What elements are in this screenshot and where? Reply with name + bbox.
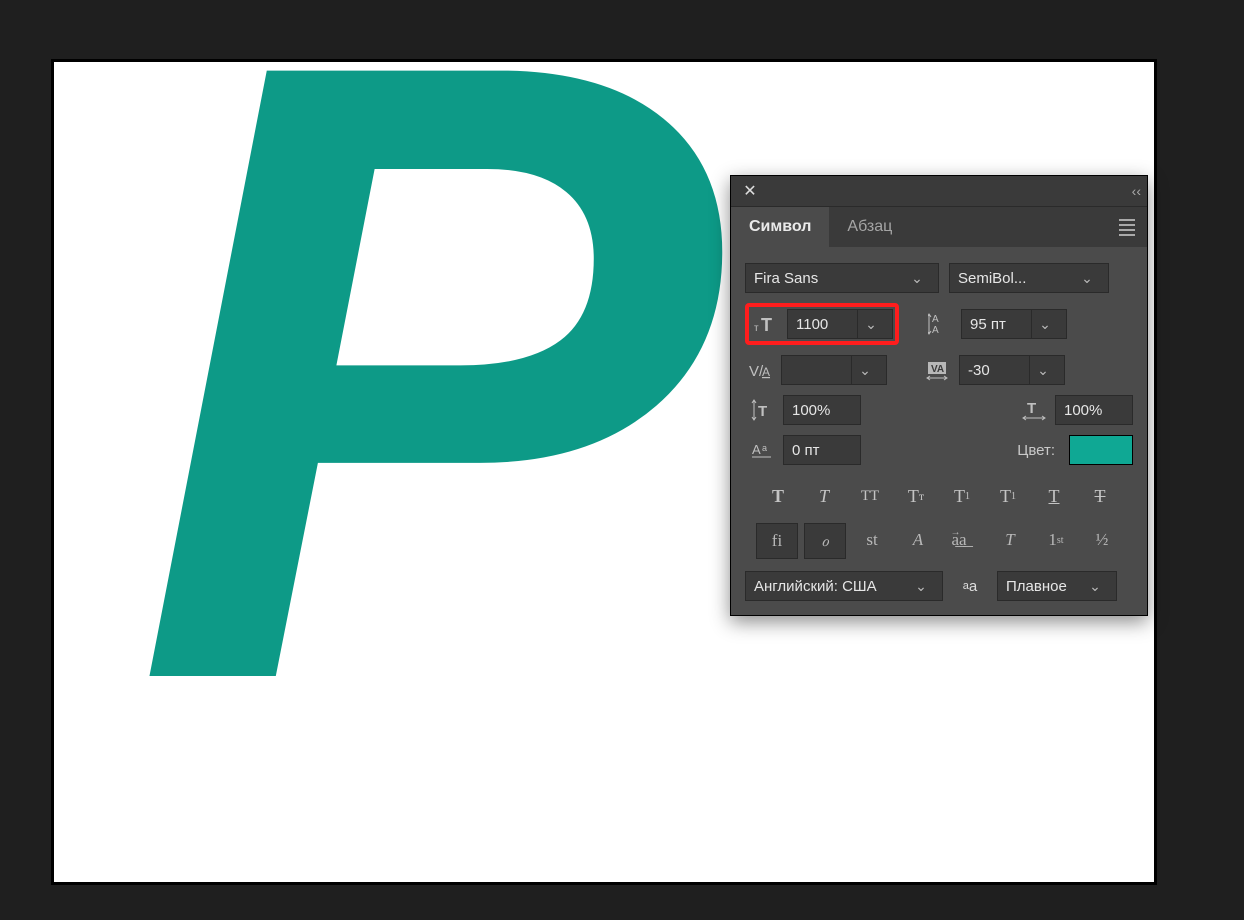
antialias-value: Плавное xyxy=(1006,578,1067,595)
leading-value: 95 пт xyxy=(970,316,1031,333)
chevron-down-icon: ⌄ xyxy=(1074,263,1100,293)
ligatures-button[interactable]: fi xyxy=(756,523,798,559)
superscript-button[interactable]: T1 xyxy=(942,479,982,513)
discretionary-lig-button[interactable]: st xyxy=(852,523,892,557)
baseline-shift-icon: Aa xyxy=(747,435,777,465)
subscript-button[interactable]: T1 xyxy=(988,479,1028,513)
color-label: Цвет: xyxy=(1017,442,1055,459)
vertical-scale-input[interactable]: 100% xyxy=(783,395,861,425)
character-panel: ✕ ‹‹ Символ Абзац Fira Sans ⌄ SemiBol...… xyxy=(730,175,1148,616)
close-icon[interactable]: ✕ xyxy=(737,178,763,204)
canvas-glyph[interactable]: P xyxy=(134,0,686,812)
horizontal-scale-icon: T xyxy=(1019,395,1049,425)
kerning-input[interactable]: ⌄ xyxy=(781,355,887,385)
font-style-value: SemiBol... xyxy=(958,270,1026,287)
antialias-select[interactable]: Плавное ⌄ xyxy=(997,571,1117,601)
baseline-shift-value: 0 пт xyxy=(792,442,820,459)
swash-button[interactable]: A xyxy=(898,523,938,557)
font-style-select[interactable]: SemiBol... ⌄ xyxy=(949,263,1109,293)
svg-text:T: T xyxy=(1027,400,1036,417)
svg-text:A: A xyxy=(752,442,761,457)
font-family-value: Fira Sans xyxy=(754,270,818,287)
leading-input[interactable]: 95 пт ⌄ xyxy=(961,309,1067,339)
tracking-icon: VA xyxy=(923,355,953,385)
vertical-scale-icon: T xyxy=(747,395,777,425)
collapse-panel-icon[interactable]: ‹‹ xyxy=(1132,183,1141,199)
horizontal-scale-value: 100% xyxy=(1064,402,1102,419)
typestyle-row: T T TT Tᴛ T1 T1 T Ŧ xyxy=(745,479,1133,513)
fontsize-value: 1100 xyxy=(796,316,857,333)
horizontal-scale-input[interactable]: 100% xyxy=(1055,395,1133,425)
svg-text:T: T xyxy=(758,403,767,420)
panel-titlebar[interactable]: ✕ ‹‹ xyxy=(731,176,1147,207)
tracking-value: -30 xyxy=(968,362,1029,379)
tracking-input[interactable]: -30 ⌄ xyxy=(959,355,1065,385)
chevron-down-icon[interactable]: ⌄ xyxy=(851,355,878,385)
kerning-icon: V/A xyxy=(745,355,775,385)
chevron-down-icon[interactable]: ⌄ xyxy=(1029,355,1056,385)
language-value: Английский: США xyxy=(754,578,877,595)
chevron-down-icon: ⌄ xyxy=(904,263,930,293)
fontsize-input[interactable]: 1100 ⌄ xyxy=(787,309,893,339)
ordinals-button[interactable]: 1st xyxy=(1036,523,1076,557)
svg-text:T: T xyxy=(761,315,772,335)
tab-paragraph[interactable]: Абзац xyxy=(829,207,910,247)
chevron-down-icon: ⌄ xyxy=(908,571,934,601)
svg-text:A: A xyxy=(932,325,939,335)
smallcaps-button[interactable]: Tᴛ xyxy=(896,479,936,513)
vertical-scale-value: 100% xyxy=(792,402,830,419)
contextual-alt-button[interactable]: ℴ xyxy=(804,523,846,559)
panel-menu-icon[interactable] xyxy=(1107,207,1147,247)
antialias-icon: aa xyxy=(953,571,987,601)
bold-button[interactable]: T xyxy=(758,479,798,513)
chevron-down-icon: ⌄ xyxy=(1082,571,1108,601)
fontsize-highlight: тT 1100 ⌄ xyxy=(745,303,899,345)
allcaps-button[interactable]: TT xyxy=(850,479,890,513)
svg-text:VA: VA xyxy=(931,364,944,375)
svg-text:a: a xyxy=(762,443,767,453)
leading-icon: AA xyxy=(925,309,955,339)
svg-text:A: A xyxy=(932,314,939,325)
svg-text:т: т xyxy=(754,323,759,334)
language-select[interactable]: Английский: США ⌄ xyxy=(745,571,943,601)
fontsize-icon: тT xyxy=(751,309,781,339)
tab-character[interactable]: Символ xyxy=(731,207,829,247)
svg-text:A: A xyxy=(762,365,770,379)
italic-button[interactable]: T xyxy=(804,479,844,513)
underline-button[interactable]: T xyxy=(1034,479,1074,513)
titling-alt-button[interactable]: T xyxy=(990,523,1030,557)
baseline-shift-input[interactable]: 0 пт xyxy=(783,435,861,465)
chevron-down-icon[interactable]: ⌄ xyxy=(1031,309,1058,339)
font-family-select[interactable]: Fira Sans ⌄ xyxy=(745,263,939,293)
panel-tabs: Символ Абзац xyxy=(731,207,1147,247)
panel-body: Fira Sans ⌄ SemiBol... ⌄ тT 1100 ⌄ xyxy=(731,247,1147,615)
opentype-row: fi ℴ st A a͟a͟→ T 1st ½ xyxy=(745,523,1133,559)
stylistic-alt-button[interactable]: a͟a͟→ xyxy=(944,523,984,557)
strikethrough-button[interactable]: Ŧ xyxy=(1080,479,1120,513)
chevron-down-icon[interactable]: ⌄ xyxy=(857,309,884,339)
fractions-button[interactable]: ½ xyxy=(1082,523,1122,557)
color-swatch[interactable] xyxy=(1069,435,1133,465)
